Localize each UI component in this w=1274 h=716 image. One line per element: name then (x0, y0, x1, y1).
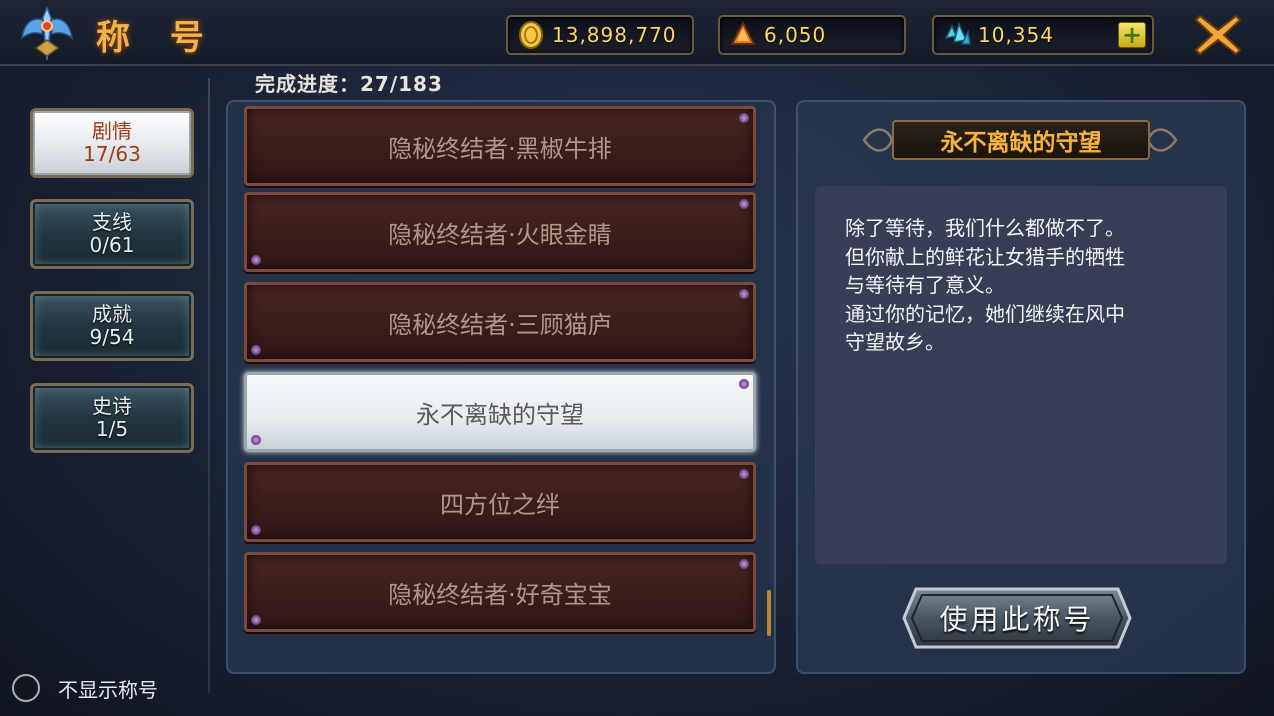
category-label: 支线 (92, 210, 132, 234)
blue-gem-icon (944, 21, 971, 45)
title-name: 隐秘终结者·三顾猫庐 (388, 310, 612, 339)
description-line: 守望故乡。 (845, 330, 945, 354)
corner-gem-icon (739, 199, 749, 209)
close-icon[interactable] (1192, 10, 1244, 60)
title-name: 四方位之绊 (440, 490, 560, 519)
crystal-counter: 6,050 (718, 15, 906, 55)
gem-value: 10,354 (978, 23, 1054, 47)
category-label: 史诗 (92, 394, 132, 418)
category-tab-achievement[interactable]: 成就 9/54 (30, 291, 194, 361)
completion-progress: 完成进度：27/183 (255, 72, 443, 96)
title-name: 隐秘终结者·黑椒牛排 (388, 134, 612, 163)
title-list-item[interactable]: 隐秘终结者·黑椒牛排 (244, 106, 756, 186)
title-name: 隐秘终结者·好奇宝宝 (388, 580, 612, 609)
title-list-item[interactable]: 隐秘终结者·三顾猫庐 (244, 282, 756, 362)
description-line: 除了等待，我们什么都做不了。 (845, 216, 1125, 240)
corner-gem-icon (739, 469, 749, 479)
category-tab-side[interactable]: 支线 0/61 (30, 199, 194, 269)
title-list-panel[interactable]: 隐秘终结者·黑椒牛排 隐秘终结者·火眼金睛 隐秘终结者·三顾猫庐 永不离缺的守望… (226, 100, 776, 674)
corner-gem-icon (739, 559, 749, 569)
category-count: 9/54 (89, 325, 135, 349)
crystal-shard-icon (730, 20, 756, 45)
radio-button[interactable] (12, 674, 40, 702)
use-title-button[interactable]: 使用此称号 (900, 585, 1134, 651)
title-list-item[interactable]: 四方位之绊 (244, 462, 756, 542)
title-name: 永不离缺的守望 (416, 400, 584, 429)
gold-value: 13,898,770 (552, 23, 677, 47)
gem-counter: 10,354 + (932, 15, 1154, 55)
page-title: 称 号 (96, 18, 218, 58)
gold-coin-icon (519, 21, 543, 49)
description-box: 除了等待，我们什么都做不了。 但你献上的鲜花让女猎手的牺牲 与等待有了意义。 通… (815, 186, 1227, 564)
corner-gem-icon (251, 525, 261, 535)
use-title-label: 使用此称号 (939, 603, 1095, 636)
gold-counter: 13,898,770 (506, 15, 694, 55)
detail-title: 永不离缺的守望 (892, 120, 1150, 160)
category-label: 成就 (92, 302, 132, 326)
corner-gem-icon (739, 379, 749, 389)
category-count: 17/63 (83, 142, 141, 166)
description-line: 与等待有了意义。 (845, 273, 1005, 297)
corner-gem-icon (251, 255, 261, 265)
crystal-value: 6,050 (764, 23, 827, 47)
winged-emblem-icon (21, 5, 73, 61)
description-line: 通过你的记忆，她们继续在风中 (845, 301, 1125, 326)
description-line: 但你献上的鲜花让女猎手的牺牲 (845, 244, 1125, 269)
category-tab-epic[interactable]: 史诗 1/5 (30, 383, 194, 453)
category-label: 剧情 (92, 119, 132, 143)
corner-gem-icon (251, 615, 261, 625)
category-count: 0/61 (89, 233, 135, 257)
hide-title-label: 不显示称号 (58, 677, 158, 702)
corner-gem-icon (739, 289, 749, 299)
corner-gem-icon (739, 113, 749, 123)
category-tab-story[interactable]: 剧情 17/63 (30, 108, 194, 178)
corner-gem-icon (251, 345, 261, 355)
title-list-item-selected[interactable]: 永不离缺的守望 (244, 372, 756, 452)
hide-title-toggle[interactable]: 不显示称号 (12, 672, 158, 704)
top-bar: 称 号 13,898,770 6,050 10,354 + (0, 0, 1274, 66)
corner-gem-icon (251, 435, 261, 445)
title-name: 隐秘终结者·火眼金睛 (388, 220, 612, 249)
category-count: 1/5 (95, 417, 129, 441)
vertical-divider (208, 78, 210, 693)
title-list-item[interactable]: 隐秘终结者·火眼金睛 (244, 192, 756, 272)
title-list-item[interactable]: 隐秘终结者·好奇宝宝 (244, 552, 756, 632)
scrollbar[interactable] (767, 590, 771, 636)
add-gems-button[interactable]: + (1118, 22, 1146, 48)
